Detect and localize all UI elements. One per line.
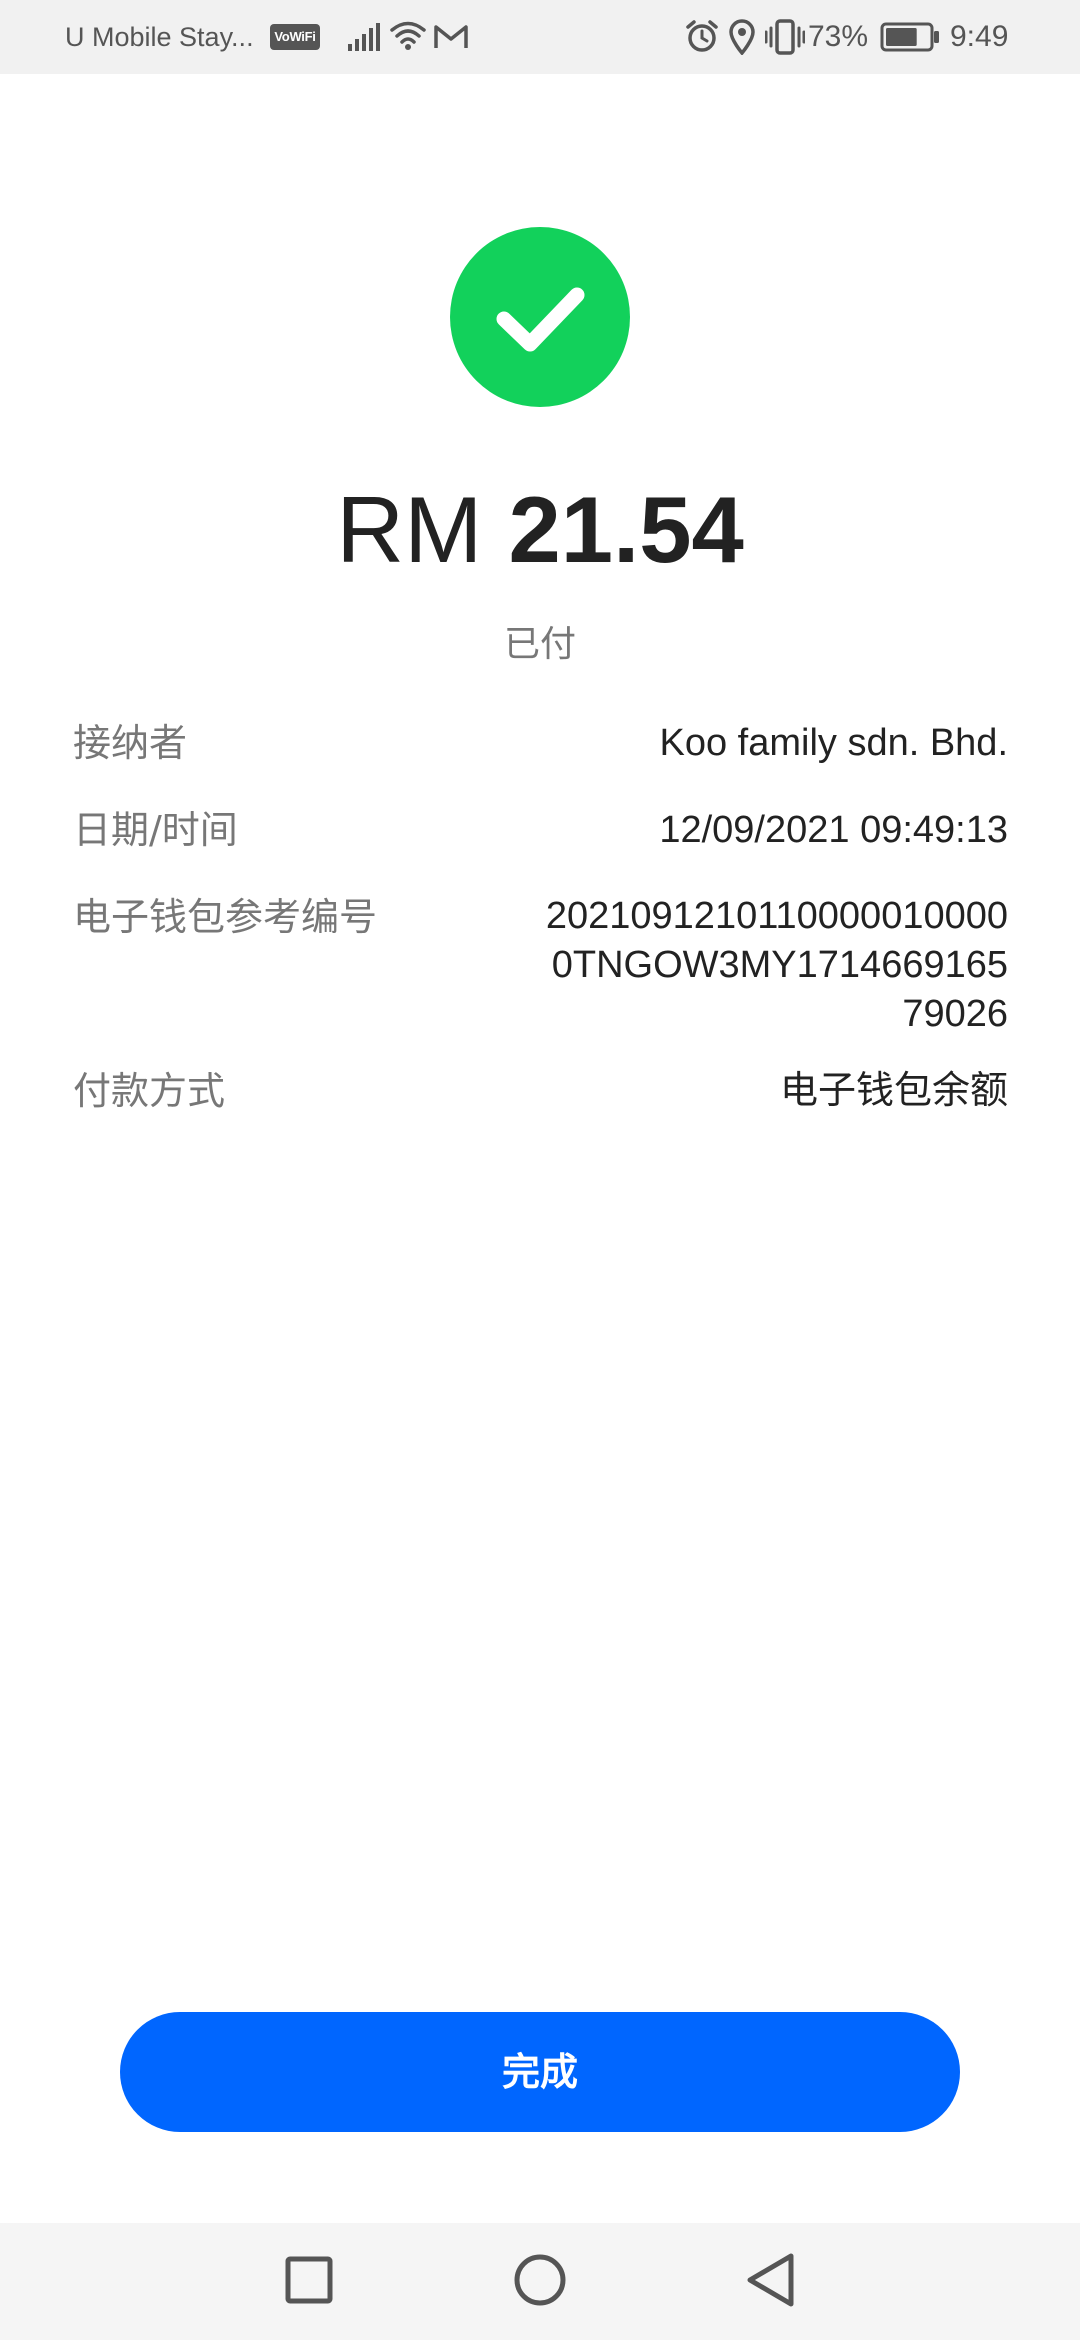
recents-button[interactable]	[248, 2223, 368, 2340]
home-circle-icon	[514, 2254, 566, 2306]
back-button[interactable]	[710, 2223, 830, 2340]
recipient-value: Koo family sdn. Bhd.	[659, 722, 1008, 764]
navigation-bar	[0, 2223, 1080, 2340]
home-button[interactable]	[480, 2223, 600, 2340]
alarm-icon	[686, 20, 718, 52]
datetime-value: 12/09/2021 09:49:13	[659, 809, 1008, 851]
payment-amount: RM 21.54	[0, 470, 1080, 590]
carrier-name: U Mobile Stay...	[65, 22, 254, 52]
amount-currency: RM	[336, 477, 483, 582]
status-bar: U Mobile Stay... VoWiFi 73% 9:49	[0, 0, 1080, 74]
vibrate-icon	[765, 19, 805, 55]
success-check-circle	[450, 227, 630, 407]
signal-icon	[348, 23, 380, 51]
clock-time: 9:49	[950, 20, 1009, 53]
payment-method-label: 付款方式	[73, 1069, 226, 1113]
ewallet-ref-value: 20210912101100000100000TNGOW3MY171466916…	[545, 895, 1008, 1035]
detail-row-datetime: 日期/时间 12/09/2021 09:49:13	[73, 805, 1008, 892]
payment-status: 已付	[503, 624, 576, 665]
transaction-details: 接纳者 Koo family sdn. Bhd. 日期/时间 12/09/202…	[73, 718, 1008, 1126]
recipient-label: 接纳者	[73, 721, 188, 765]
payment-method-value: 电子钱包余额	[779, 1070, 1008, 1112]
vowifi-badge: VoWiFi	[270, 24, 320, 50]
ewallet-ref-label: 电子钱包参考编号	[73, 895, 378, 939]
battery-icon	[880, 22, 939, 52]
done-button[interactable]: 完成	[120, 2012, 960, 2132]
detail-row-recipient: 接纳者 Koo family sdn. Bhd.	[73, 718, 1008, 805]
recents-square-icon	[285, 2256, 333, 2304]
battery-percent: 73%	[808, 20, 869, 53]
back-triangle-icon	[747, 2253, 794, 2307]
wifi-icon	[390, 21, 426, 50]
detail-row-ewallet-ref: 电子钱包参考编号 20210912101100000100000TNGOW3MY…	[73, 892, 1008, 1066]
detail-row-payment-method: 付款方式 电子钱包余额	[73, 1066, 1008, 1126]
amount-value: 21.54	[508, 477, 744, 582]
gmail-icon	[434, 25, 468, 48]
datetime-label: 日期/时间	[73, 808, 238, 852]
checkmark-icon	[496, 287, 585, 352]
location-icon	[729, 19, 755, 55]
